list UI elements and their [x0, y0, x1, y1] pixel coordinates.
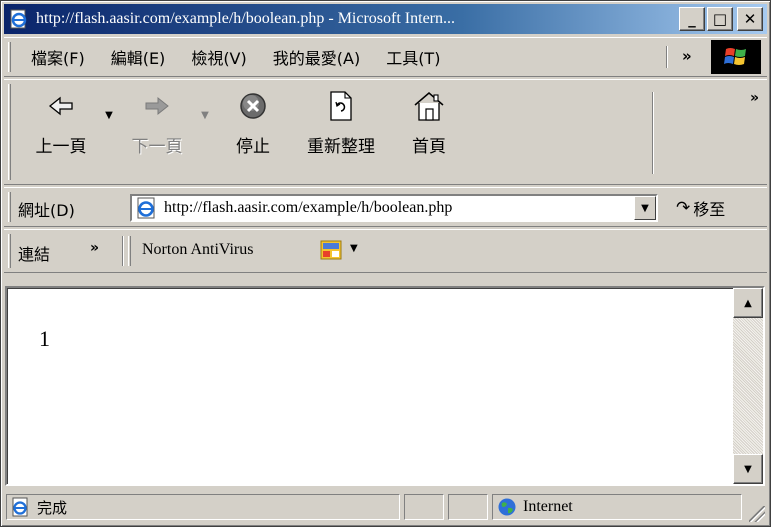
stop-icon	[235, 88, 271, 124]
menubar-grip[interactable]	[8, 42, 11, 72]
caption-buttons: _ □ ✕	[679, 7, 763, 31]
page-content[interactable]: 1 ▲ ▼	[5, 286, 765, 486]
toolbar-grip[interactable]	[8, 84, 11, 180]
back-label: 上一頁	[35, 137, 87, 157]
page-output-text: 1	[39, 326, 50, 351]
home-icon	[411, 88, 447, 124]
scroll-down-button[interactable]: ▼	[733, 454, 763, 484]
minimize-icon: _	[688, 10, 696, 28]
menu-file[interactable]: 檔案(F)	[18, 45, 98, 69]
back-arrow-icon	[43, 88, 79, 124]
close-button[interactable]: ✕	[737, 7, 763, 31]
go-arrow-icon: ↷	[676, 198, 691, 218]
stop-label: 停止	[236, 137, 270, 157]
go-label: 移至	[693, 200, 726, 219]
toolbar-separator	[652, 92, 654, 174]
status-main-pane: 完成	[6, 494, 400, 520]
refresh-icon	[323, 88, 359, 124]
go-button[interactable]: ↷ 移至	[676, 196, 725, 220]
maximize-button[interactable]: □	[707, 7, 733, 31]
norton-dropdown-icon[interactable]: ▼	[350, 243, 358, 254]
menu-items: 檔案(F) 編輯(E) 檢視(V) 我的最愛(A) 工具(T)	[18, 38, 453, 76]
standard-toolbar: 上一頁 ▼ 下一頁 ▼ 停止 重新整理 首頁 »	[4, 79, 767, 185]
home-button[interactable]: 首頁	[390, 88, 468, 157]
linksbar-grip[interactable]	[8, 234, 11, 268]
links-bar: 連結 » Norton AntiVirus ▼	[4, 229, 767, 273]
address-label: 網址(D)	[18, 201, 75, 220]
window-title: http://flash.aasir.com/example/h/boolean…	[36, 10, 456, 27]
status-pane-progress	[404, 494, 444, 520]
ie-page-icon	[136, 197, 158, 219]
menu-view[interactable]: 檢視(V)	[178, 45, 259, 69]
resize-grip[interactable]	[749, 506, 765, 522]
links-separator	[122, 236, 124, 266]
menu-favorites[interactable]: 我的最愛(A)	[260, 45, 373, 69]
browser-window: http://flash.aasir.com/example/h/boolean…	[0, 0, 771, 527]
forward-dropdown-icon[interactable]: ▼	[196, 110, 214, 121]
norton-toolbar-grip[interactable]	[128, 236, 131, 266]
maximize-icon: □	[712, 10, 728, 28]
norton-antivirus-icon[interactable]	[320, 240, 342, 262]
refresh-button[interactable]: 重新整理	[292, 88, 390, 157]
scroll-up-button[interactable]: ▲	[733, 288, 763, 318]
address-bar: 網址(D) http://flash.aasir.com/example/h/b…	[4, 187, 767, 227]
addressbar-grip[interactable]	[8, 192, 11, 222]
status-bar: 完成 Internet	[4, 490, 767, 524]
back-button[interactable]: 上一頁	[22, 88, 100, 157]
close-icon: ✕	[743, 10, 757, 28]
status-pane-security	[448, 494, 488, 520]
forward-button[interactable]: 下一頁	[118, 88, 196, 157]
internet-globe-icon	[497, 497, 517, 517]
forward-label: 下一頁	[131, 137, 183, 157]
links-label: 連結	[18, 245, 51, 264]
links-more-chevron-icon[interactable]: »	[90, 240, 99, 256]
vertical-scrollbar[interactable]: ▲ ▼	[733, 288, 763, 484]
back-dropdown-icon[interactable]: ▼	[100, 110, 118, 121]
toolbar-more-chevron-icon[interactable]: »	[750, 90, 759, 106]
security-zone-label: Internet	[523, 498, 573, 515]
status-text: 完成	[37, 498, 68, 517]
refresh-label: 重新整理	[307, 137, 375, 157]
norton-antivirus-link[interactable]: Norton AntiVirus	[142, 241, 253, 259]
address-dropdown-button[interactable]: ▼	[634, 196, 656, 220]
menu-bar: 檔案(F) 編輯(E) 檢視(V) 我的最愛(A) 工具(T) »	[4, 37, 767, 77]
ie-page-icon	[11, 497, 31, 517]
home-label: 首頁	[412, 137, 446, 157]
menu-edit[interactable]: 編輯(E)	[98, 45, 179, 69]
title-bar[interactable]: http://flash.aasir.com/example/h/boolean…	[4, 4, 767, 34]
chevron-down-icon: ▼	[641, 202, 649, 214]
address-url[interactable]: http://flash.aasir.com/example/h/boolean…	[164, 199, 452, 217]
menu-separator	[666, 46, 668, 68]
ie-page-icon	[8, 8, 30, 30]
windows-logo-icon	[711, 40, 761, 74]
status-zone-pane[interactable]: Internet	[492, 494, 742, 520]
scroll-down-arrow-icon: ▼	[744, 463, 752, 475]
menu-tools[interactable]: 工具(T)	[373, 45, 453, 69]
address-input[interactable]: http://flash.aasir.com/example/h/boolean…	[130, 194, 658, 222]
toolbar-buttons: 上一頁 ▼ 下一頁 ▼ 停止 重新整理 首頁	[22, 88, 468, 157]
forward-arrow-icon	[139, 88, 175, 124]
scroll-up-arrow-icon: ▲	[744, 297, 752, 309]
minimize-button[interactable]: _	[679, 7, 705, 31]
stop-button[interactable]: 停止	[214, 88, 292, 157]
menu-more-chevron-icon[interactable]: »	[682, 47, 692, 65]
